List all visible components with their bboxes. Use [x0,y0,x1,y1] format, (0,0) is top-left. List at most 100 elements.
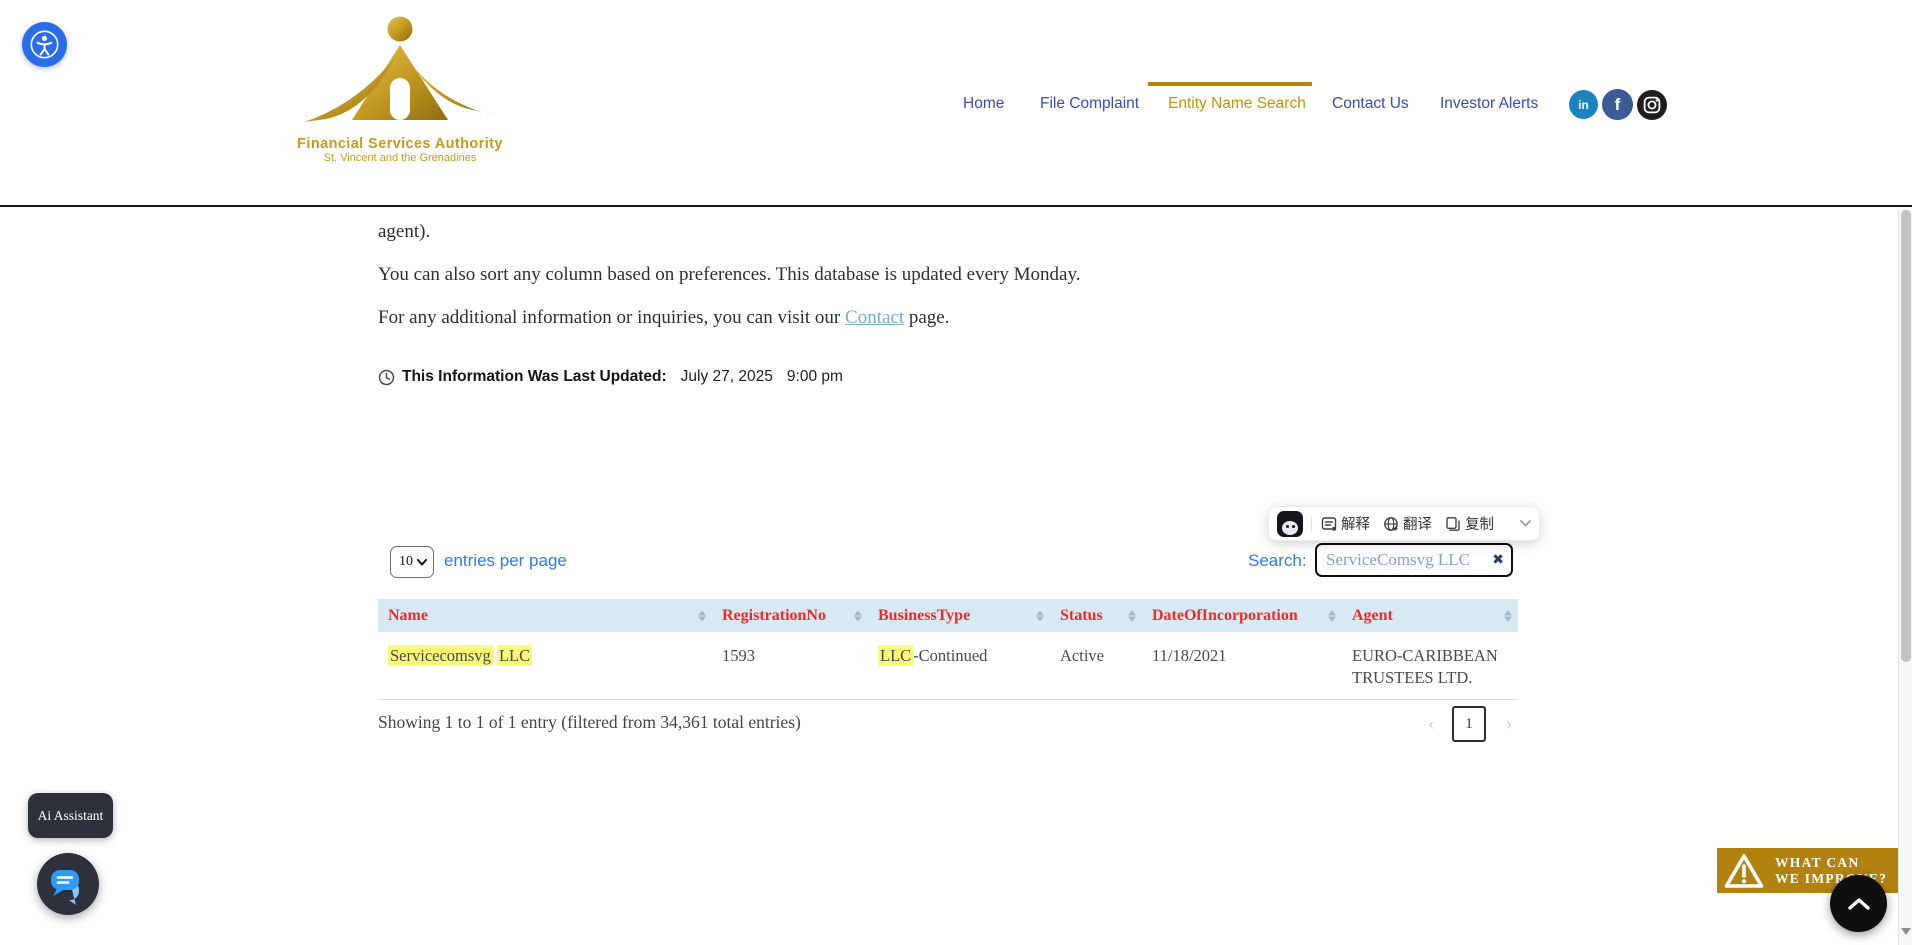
globe-icon [1384,516,1398,531]
nav-contact-us[interactable]: Contact Us [1332,95,1409,113]
column-label: Agent [1352,606,1393,624]
scrollbar-thumb[interactable] [1901,210,1911,662]
scrollbar-down-arrow[interactable] [1901,928,1911,935]
divider [1311,515,1312,532]
linkedin-button[interactable]: in [1569,90,1598,119]
clear-search-button[interactable]: ✖ [1492,552,1504,568]
sort-icon[interactable] [698,610,706,621]
facebook-icon: f [1614,94,1621,114]
feedback-line1: WHAT CAN [1775,854,1860,870]
ai-assistant-button[interactable]: Ai Assistant [28,793,113,838]
toolbar-more-chevron-icon[interactable] [1520,520,1531,527]
explain-label: 解释 [1341,517,1370,533]
sort-icon[interactable] [1128,610,1136,621]
search-input[interactable]: ServiceComsvg LLC ✖ [1315,543,1513,577]
sort-icon[interactable] [1036,610,1044,621]
page: You may enter any information from any c… [0,0,1912,945]
contact-link[interactable]: Contact [845,307,904,328]
last-updated-date: July 27, 2025 [680,368,773,385]
highlight-match: LLC [496,645,533,666]
copy-icon [1446,516,1460,531]
column-header-agent[interactable]: Agent [1342,599,1518,632]
search-input-value: ServiceComsvg LLC [1326,550,1470,570]
column-label: BusinessType [878,606,971,624]
chat-bubbles-icon [51,870,79,905]
last-updated-row: This Information Was Last Updated: July … [378,368,843,386]
highlight-match: LLC [878,645,914,666]
chat-widget-button[interactable] [37,853,99,915]
entries-per-page-label: entries per page [444,551,567,570]
entity-table: Name RegistrationNo BusinessType Status … [378,599,1518,700]
agent-line2: TRUSTEES LTD. [1352,668,1473,687]
translate-button[interactable]: 翻译 [1383,513,1432,534]
cell-business-type: LLC -Continued [868,632,1050,699]
highlight-match: Servicecomsvg [388,645,493,666]
sort-icon[interactable] [1504,610,1512,621]
nav-entity-name-search[interactable]: Entity Name Search [1168,95,1306,113]
column-label: Name [388,606,428,624]
explain-button[interactable]: 解释 [1321,513,1370,534]
copy-label: 复制 [1465,517,1494,533]
assistant-mascot-icon[interactable] [1277,510,1303,537]
sort-icon[interactable] [854,610,862,621]
instagram-icon [1643,96,1661,114]
business-type-rest: -Continued [913,646,988,665]
facebook-button[interactable]: f [1602,89,1633,120]
cell-date-of-incorporation: 11/18/2021 [1152,646,1227,665]
scrollbar[interactable] [1898,209,1912,945]
last-updated-time: 9:00 pm [786,368,843,385]
accessibility-icon [30,30,59,59]
column-header-status[interactable]: Status [1050,599,1142,632]
column-header-name[interactable]: Name [378,599,712,632]
cell-agent: EURO-CARIBBEAN TRUSTEES LTD. [1342,632,1518,699]
cell-registration-no: 1593 [722,646,755,665]
column-header-businesstype[interactable]: BusinessType [868,599,1050,632]
scroll-to-top-button[interactable] [1830,875,1887,932]
column-header-registrationno[interactable]: RegistrationNo [712,599,868,632]
sort-icon[interactable] [1328,610,1336,621]
agent-line1: EURO-CARIBBEAN [1352,646,1498,665]
entity-table-header: Name RegistrationNo BusinessType Status … [378,599,1518,632]
fsa-logo[interactable] [296,16,504,138]
table-row[interactable]: Servicecomsvg LLC 1593 LLC -Continued Act… [378,632,1518,700]
column-header-dateofincorporation[interactable]: DateOfIncorporation [1142,599,1342,632]
active-tab-indicator [1148,82,1312,86]
logo-subtitle: St. Vincent and the Grenadines [323,152,477,164]
selection-toolbar: 解释 翻译 复制 [1268,506,1540,541]
search-label: Search: [1248,551,1307,570]
copy-button[interactable]: 复制 [1445,513,1494,534]
translate-label: 翻译 [1403,517,1432,533]
intro-line-agent: agent). [378,221,431,242]
chevron-up-icon [1847,897,1870,910]
intro-contact-note: For any additional information or inquir… [378,307,950,329]
linkedin-icon: in [1578,97,1589,112]
search-word-1: ServiceComsvg [1326,550,1434,569]
page-size-value: 10 [399,554,413,569]
clock-icon [378,369,395,386]
search-word-2: LLC [1437,550,1471,569]
pagination-prev-button[interactable]: ‹ [1428,713,1434,735]
page-size-select[interactable]: 10 [390,546,434,578]
site-header: Financial Services Authority St. Vincent… [0,0,1912,207]
document-icon [1321,516,1337,531]
table-summary: Showing 1 to 1 of 1 entry (filtered from… [378,712,801,732]
contact-note-prefix: For any additional information or inquir… [378,307,846,328]
column-label: Status [1060,606,1103,624]
cell-status: Active [1060,646,1104,665]
warning-icon [1724,853,1764,888]
column-label: DateOfIncorporation [1152,606,1298,624]
nav-file-complaint[interactable]: File Complaint [1040,95,1139,113]
last-updated-label: This Information Was Last Updated: [402,368,667,385]
logo-title: Financial Services Authority [297,136,503,152]
accessibility-button[interactable] [22,22,67,67]
intro-sort-note: You can also sort any column based on pr… [378,264,1081,285]
column-label: RegistrationNo [722,606,826,624]
cell-name: Servicecomsvg LLC [378,632,712,699]
pagination-next-button[interactable]: › [1506,713,1512,735]
chevron-down-icon [417,558,427,566]
contact-note-suffix: page. [904,307,950,328]
nav-investor-alerts[interactable]: Investor Alerts [1440,95,1538,113]
pagination-page-1[interactable]: 1 [1452,706,1486,742]
instagram-button[interactable] [1637,90,1667,120]
nav-home[interactable]: Home [963,95,1004,113]
